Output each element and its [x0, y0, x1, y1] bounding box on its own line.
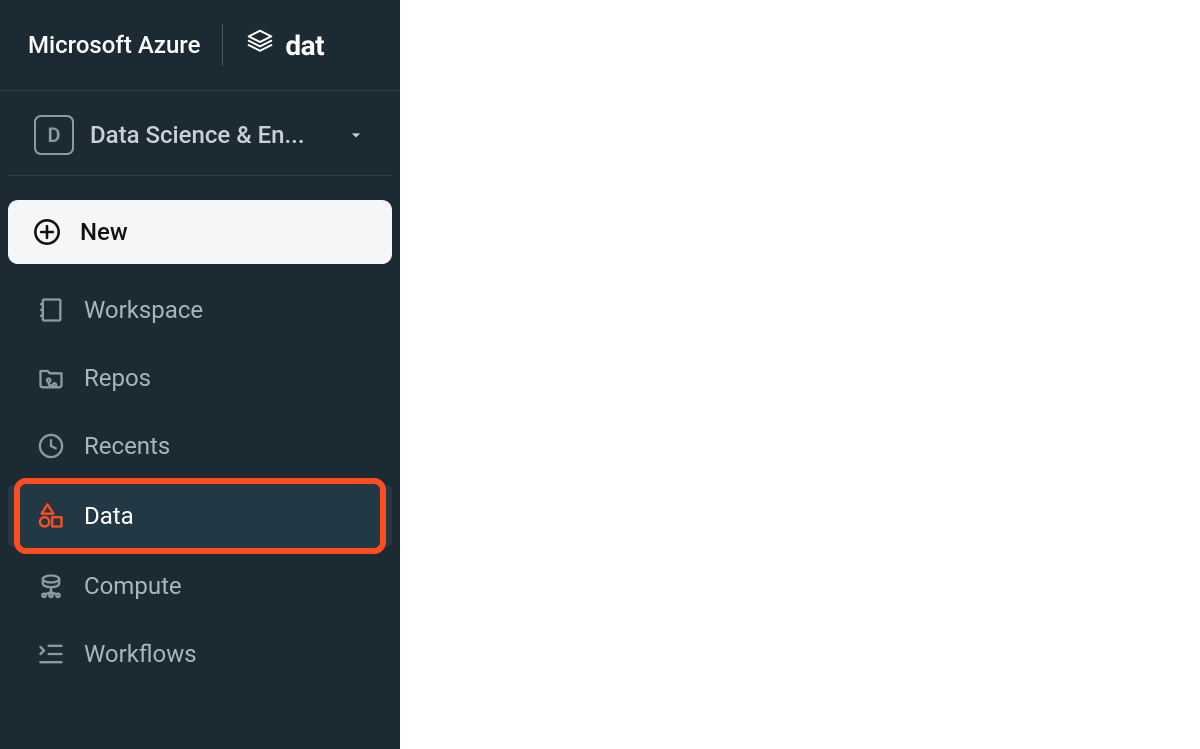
nav-item-label: Repos: [84, 364, 151, 392]
highlight-ring: [14, 478, 386, 554]
nav-item-label: Compute: [84, 572, 182, 600]
new-button[interactable]: New: [8, 200, 392, 264]
nav-item-label: Recents: [84, 432, 170, 460]
nav: New Workspace: [0, 176, 400, 686]
plus-circle-icon: [32, 218, 62, 246]
compute-icon: [36, 572, 66, 600]
sidebar: Microsoft Azure dat D Data Science & En.…: [0, 0, 400, 749]
clock-icon: [36, 432, 66, 460]
sidebar-item-workflows[interactable]: Workflows: [8, 622, 392, 686]
persona-switcher[interactable]: D Data Science & En...: [8, 91, 392, 176]
nav-item-label: Workspace: [84, 296, 203, 324]
data-shapes-icon: [36, 502, 66, 530]
persona-badge-icon: D: [34, 115, 74, 155]
repos-icon: [36, 364, 66, 392]
sidebar-item-recents[interactable]: Recents: [8, 414, 392, 478]
divider: [222, 24, 223, 66]
brand-label: dat: [285, 29, 324, 62]
databricks-icon: [245, 27, 275, 64]
nav-item-label: Data: [84, 502, 134, 530]
sidebar-item-data[interactable]: Data: [8, 484, 392, 548]
sidebar-item-repos[interactable]: Repos: [8, 346, 392, 410]
workflows-icon: [36, 640, 66, 668]
nav-item-label: Workflows: [84, 640, 197, 668]
sidebar-item-compute[interactable]: Compute: [8, 554, 392, 618]
brand: dat: [245, 27, 324, 64]
persona-label: Data Science & En...: [90, 121, 330, 149]
workspace-icon: [36, 296, 66, 324]
sidebar-item-workspace[interactable]: Workspace: [8, 278, 392, 342]
chevron-down-icon: [346, 125, 366, 145]
header: Microsoft Azure dat: [0, 0, 400, 91]
azure-label: Microsoft Azure: [28, 31, 200, 59]
nav-item-label: New: [80, 218, 128, 246]
